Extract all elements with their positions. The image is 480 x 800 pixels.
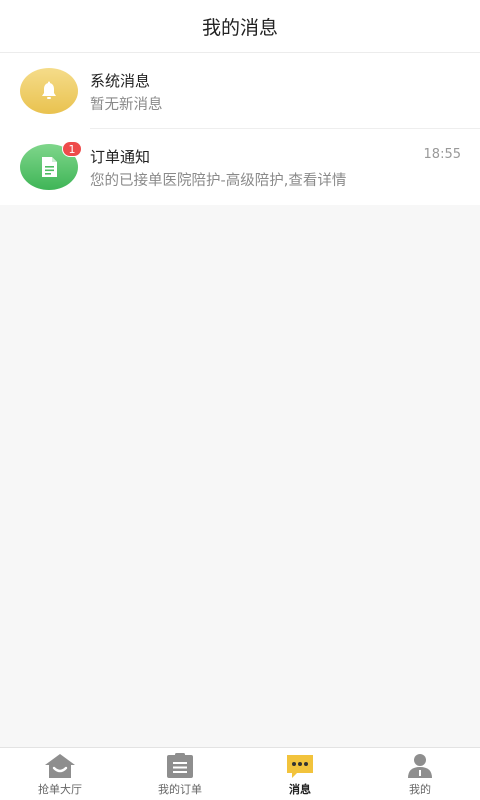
tab-label: 我的: [409, 783, 431, 796]
document-icon: [42, 157, 57, 177]
tab-messages[interactable]: 消息: [240, 748, 360, 800]
bell-icon: [42, 81, 56, 99]
tab-mine[interactable]: 我的: [360, 748, 480, 800]
tab-label: 抢单大厅: [38, 783, 82, 796]
chat-bubble-icon: [283, 753, 317, 779]
header-bar: 我的消息: [0, 0, 480, 53]
tab-label: 消息: [289, 783, 311, 796]
message-title: 系统消息: [90, 72, 151, 90]
tab-label: 我的订单: [158, 783, 202, 796]
message-title: 订单通知: [90, 148, 151, 166]
message-time: 18:55: [423, 147, 461, 162]
message-item-system[interactable]: 系统消息 暂无新消息: [0, 53, 480, 129]
tab-order-hall[interactable]: 抢单大厅: [0, 748, 120, 800]
tab-my-orders[interactable]: 我的订单: [120, 748, 240, 800]
clipboard-icon: [163, 753, 197, 779]
system-message-avatar: [20, 68, 78, 114]
house-icon: [43, 753, 77, 779]
message-subtitle: 您的已接单医院陪护-高级陪护,查看详情: [90, 173, 347, 189]
page-title: 我的消息: [201, 16, 278, 39]
message-subtitle: 暂无新消息: [90, 97, 163, 113]
bottom-tab-bar: 抢单大厅 我的订单 消息 我的: [0, 747, 480, 800]
unread-count-badge: 1: [62, 141, 82, 157]
message-list: 系统消息 暂无新消息 1 订单通知 您的已接单医院陪护-高级陪护,查看详情 18…: [0, 53, 480, 205]
message-item-order[interactable]: 1 订单通知 您的已接单医院陪护-高级陪护,查看详情 18:55: [0, 129, 480, 205]
person-icon: [403, 753, 437, 779]
